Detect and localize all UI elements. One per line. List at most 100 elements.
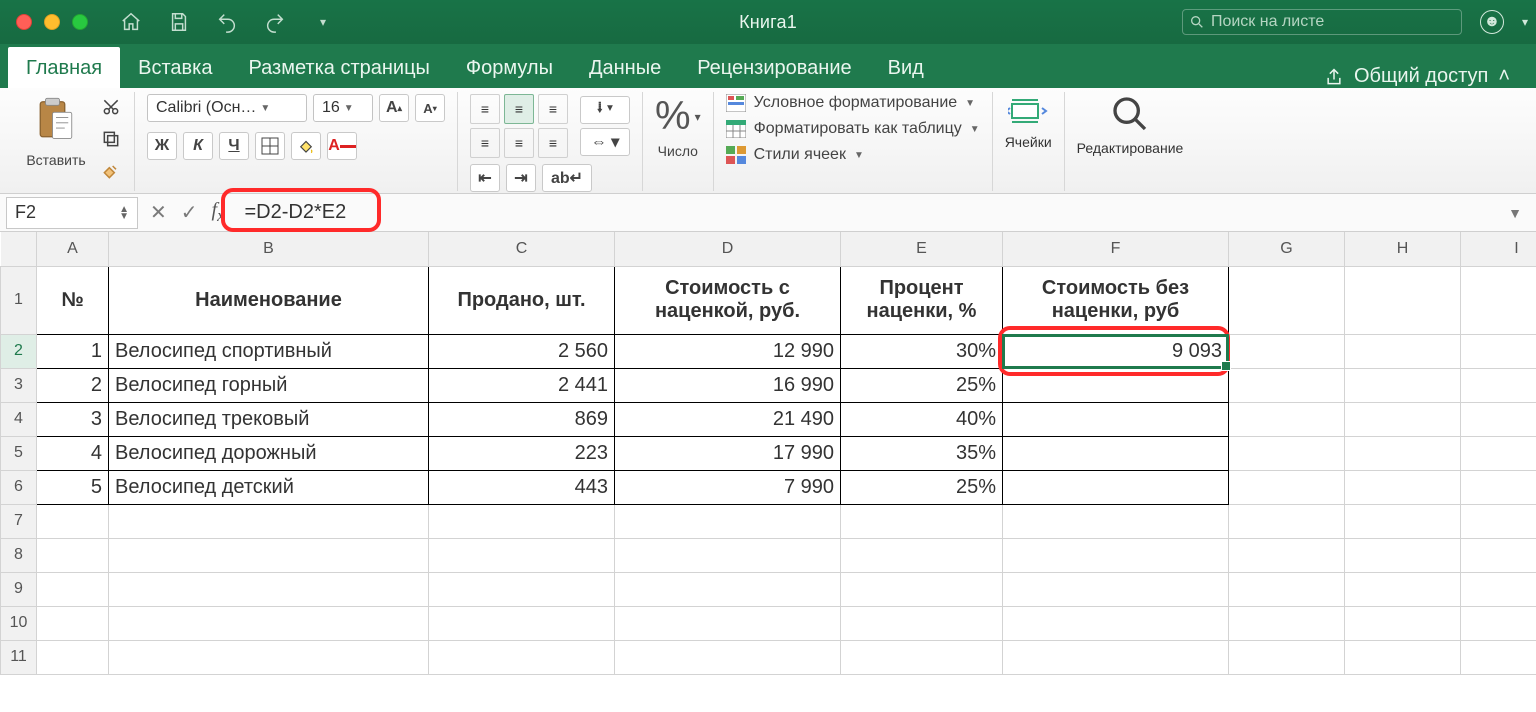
cell[interactable]: 2 (37, 369, 108, 402)
cell[interactable]: 30% (841, 335, 1002, 368)
font-color-button[interactable]: A (327, 132, 357, 160)
cell[interactable]: Велосипед спортивный (109, 335, 428, 368)
cell[interactable] (1003, 403, 1228, 436)
cell[interactable]: 25% (841, 369, 1002, 402)
cell[interactable]: Велосипед дорожный (109, 437, 428, 470)
cell[interactable] (1229, 437, 1344, 470)
save-icon[interactable] (164, 7, 194, 37)
undo-icon[interactable] (212, 7, 242, 37)
col-header-E[interactable]: E (841, 232, 1003, 266)
cell[interactable] (1461, 471, 1536, 504)
align-right-button[interactable]: ≡ (538, 128, 568, 158)
col-header-A[interactable]: A (37, 232, 109, 266)
feedback-icon[interactable]: ☻ (1480, 10, 1504, 34)
home-icon[interactable] (116, 7, 146, 37)
cell[interactable] (1003, 471, 1228, 504)
cell[interactable]: Продано, шт. (429, 267, 614, 334)
row-header[interactable]: 9 (1, 572, 37, 606)
tab-data[interactable]: Данные (571, 47, 679, 88)
cell[interactable] (1461, 369, 1536, 402)
row-header[interactable]: 5 (1, 436, 37, 470)
redo-icon[interactable] (260, 7, 290, 37)
cell[interactable] (1461, 267, 1536, 334)
cell[interactable] (1345, 335, 1460, 368)
cell[interactable]: 2 560 (429, 335, 614, 368)
cell[interactable] (1345, 369, 1460, 402)
cell[interactable] (1461, 335, 1536, 368)
cell[interactable] (1229, 369, 1344, 402)
cell[interactable]: 2 441 (429, 369, 614, 402)
copy-icon[interactable] (100, 128, 122, 150)
align-center-button[interactable]: ≡ (504, 128, 534, 158)
align-top-button[interactable]: ≡ (470, 94, 500, 124)
cell[interactable]: Стоимость с наценкой, руб. (615, 267, 840, 334)
cell[interactable]: 869 (429, 403, 614, 436)
col-header-B[interactable]: B (109, 232, 429, 266)
col-header-I[interactable]: I (1461, 232, 1536, 266)
cell[interactable] (1461, 403, 1536, 436)
cut-icon[interactable] (100, 96, 122, 118)
cell[interactable] (1229, 471, 1344, 504)
cell[interactable]: 21 490 (615, 403, 840, 436)
accept-formula-icon[interactable]: ✓ (181, 200, 198, 225)
cell[interactable]: Процент наценки, % (841, 267, 1002, 334)
row-header[interactable]: 7 (1, 504, 37, 538)
titlebar-chevron-icon[interactable]: ▾ (1522, 15, 1528, 29)
cell[interactable] (1345, 267, 1460, 334)
cell[interactable] (1229, 267, 1344, 334)
bold-button[interactable]: Ж (147, 132, 177, 160)
row-header[interactable]: 2 (1, 334, 37, 368)
col-header-F[interactable]: F (1003, 232, 1229, 266)
cell[interactable]: 25% (841, 471, 1002, 504)
increase-indent-button[interactable]: ⇥ (506, 164, 536, 192)
row-header[interactable]: 6 (1, 470, 37, 504)
cell[interactable]: 12 990 (615, 335, 840, 368)
cell[interactable]: Стоимость без наценки, руб (1003, 267, 1228, 334)
cell[interactable]: 223 (429, 437, 614, 470)
tab-home[interactable]: Главная (8, 47, 120, 88)
cell[interactable]: Велосипед горный (109, 369, 428, 402)
borders-button[interactable] (255, 132, 285, 160)
cell[interactable] (1229, 403, 1344, 436)
align-middle-button[interactable]: ≡ (504, 94, 534, 124)
percent-format-button[interactable]: % ▾ (655, 94, 701, 139)
cell[interactable] (1345, 403, 1460, 436)
qat-customize-icon[interactable]: ▾ (308, 7, 338, 37)
cell[interactable]: 443 (429, 471, 614, 504)
share-icon[interactable] (1324, 67, 1344, 87)
row-header[interactable]: 11 (1, 640, 37, 674)
cell[interactable]: 5 (37, 471, 108, 504)
cell[interactable]: Наименование (109, 267, 428, 334)
cell[interactable] (1229, 335, 1344, 368)
cell[interactable]: 1 (37, 335, 108, 368)
cell[interactable]: 7 990 (615, 471, 840, 504)
paste-button[interactable]: Вставить (18, 94, 94, 168)
row-header[interactable]: 8 (1, 538, 37, 572)
share-label[interactable]: Общий доступ (1354, 65, 1488, 88)
format-as-table-button[interactable]: Форматировать как таблицу ▼ (726, 120, 980, 138)
collapse-ribbon-icon[interactable]: ˄ (1498, 65, 1510, 88)
cell-selected[interactable]: 9 093 (1003, 335, 1228, 368)
cell[interactable]: 40% (841, 403, 1002, 436)
search-field[interactable]: Поиск на листе (1182, 9, 1462, 35)
spreadsheet-grid[interactable]: A B C D E F G H I 1 № Наименование Прода… (0, 232, 1536, 675)
cell[interactable] (1003, 369, 1228, 402)
font-name-select[interactable]: Calibri (Осн…▼ (147, 94, 307, 122)
cell[interactable] (1461, 437, 1536, 470)
col-header-H[interactable]: H (1345, 232, 1461, 266)
cell[interactable]: 35% (841, 437, 1002, 470)
col-header-G[interactable]: G (1229, 232, 1345, 266)
cell[interactable]: 16 990 (615, 369, 840, 402)
cell[interactable]: 3 (37, 403, 108, 436)
cell[interactable]: 4 (37, 437, 108, 470)
cell[interactable] (1003, 437, 1228, 470)
col-header-C[interactable]: C (429, 232, 615, 266)
cell[interactable] (1345, 471, 1460, 504)
italic-button[interactable]: К (183, 132, 213, 160)
cell[interactable]: 17 990 (615, 437, 840, 470)
cells-button[interactable]: Ячейки (1005, 94, 1052, 150)
orientation-button[interactable]: ⭭ ▾ (580, 96, 630, 124)
tab-page-layout[interactable]: Разметка страницы (230, 47, 447, 88)
fill-color-button[interactable] (291, 132, 321, 160)
decrease-indent-button[interactable]: ⇤ (470, 164, 500, 192)
